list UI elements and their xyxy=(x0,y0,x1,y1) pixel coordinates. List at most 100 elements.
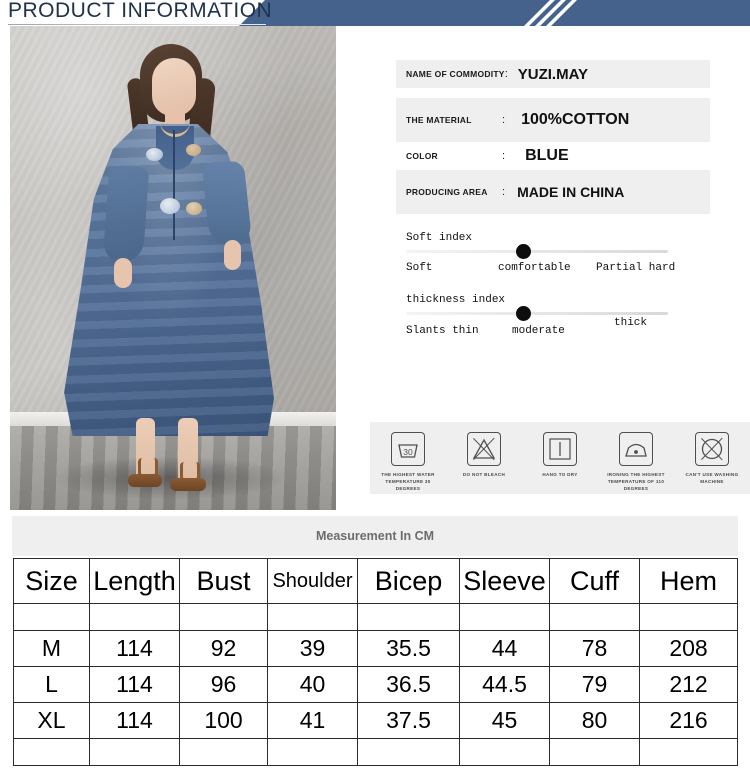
thickness-index-slider[interactable]: thickness index Slants thin moderate thi… xyxy=(406,294,702,342)
care-item-no-washing-machine: CAN'T USE WASHING MACHINE xyxy=(677,432,747,485)
info-value: 100%COTTON xyxy=(521,111,630,128)
column-header-length: Length xyxy=(89,558,180,604)
info-value: YUZI.MAY xyxy=(517,65,589,83)
soft-index-label-max: Partial hard xyxy=(596,262,676,274)
cell-bust: 92 xyxy=(179,630,268,667)
info-colon: : xyxy=(504,68,508,80)
cell-bicep: 37.5 xyxy=(357,702,460,739)
cell-shoulder: 39 xyxy=(267,630,358,667)
table-row: L 114 96 40 36.5 44.5 79 212 xyxy=(13,666,738,703)
cell-size: XL xyxy=(13,702,90,739)
cell-sleeve: 45 xyxy=(459,702,550,739)
size-chart-table: Size Length Bust Shoulder Bicep Sleeve C… xyxy=(13,558,738,766)
info-label: PRODUCING AREA xyxy=(406,187,488,197)
cell-hem: 212 xyxy=(639,666,738,703)
measurement-bar-label: Measurement In CM xyxy=(315,529,435,543)
care-caption: DO NOT BLEACH xyxy=(462,472,506,477)
sandal-left xyxy=(128,474,162,487)
soft-index-title: Soft index xyxy=(406,232,473,244)
soft-index-slider[interactable]: Soft index Soft comfortable Partial hard xyxy=(406,232,702,280)
info-row-producing-area: PRODUCING AREA : MADE IN CHINA xyxy=(396,170,710,214)
care-caption: IRONING THE HIGHEST TEMPERATURE OF 110 D… xyxy=(607,472,665,492)
info-colon: : xyxy=(502,186,506,198)
care-caption: CAN'T USE WASHING MACHINE xyxy=(685,472,739,485)
page-title: PRODUCT INFORMATION xyxy=(8,0,273,22)
table-row: M 114 92 39 35.5 44 78 208 xyxy=(13,630,738,667)
cell-cuff: 79 xyxy=(549,666,640,703)
info-colon: : xyxy=(502,114,506,126)
soft-index-label-min: Soft xyxy=(406,262,433,274)
iron-low-heat-icon xyxy=(619,432,653,466)
index-sliders: Soft index Soft comfortable Partial hard… xyxy=(406,232,702,342)
cell-length: 114 xyxy=(89,630,180,667)
commodity-info-list: NAME OF COMMODITY : YUZI.MAY THE MATERIA… xyxy=(396,60,710,214)
cell-bust: 96 xyxy=(179,666,268,703)
care-instructions: 30 THE HIGHEST WATER TEMPERATURE 30 DEGR… xyxy=(370,422,750,494)
soft-index-knob[interactable] xyxy=(516,244,532,259)
cell-size: L xyxy=(13,666,90,703)
no-washing-machine-icon xyxy=(695,432,729,466)
soft-index-track[interactable] xyxy=(406,244,668,259)
dress-embroidery xyxy=(186,144,201,156)
info-label: THE MATERIAL xyxy=(406,115,472,125)
dress-lace-tie xyxy=(173,130,175,240)
product-photo xyxy=(10,26,336,510)
cell-cuff: 80 xyxy=(549,702,640,739)
table-header-row: Size Length Bust Shoulder Bicep Sleeve C… xyxy=(13,558,738,604)
dress-embroidery xyxy=(160,198,180,214)
soft-index-scale: Soft comfortable Partial hard xyxy=(406,258,696,280)
column-header-sleeve: Sleeve xyxy=(459,558,550,604)
hang-to-dry-icon xyxy=(543,432,577,466)
info-label: NAME OF COMMODITY xyxy=(406,69,505,79)
column-header-hem: Hem xyxy=(639,558,738,604)
product-information-page: PRODUCT INFORMATION NAME OF COMMODITY: … xyxy=(0,0,750,780)
info-value: MADE IN CHINA xyxy=(517,184,625,200)
info-row-name-of-commodity: NAME OF COMMODITY : YUZI.MAY xyxy=(396,60,710,88)
table-spacer-row xyxy=(13,603,738,631)
model-figure xyxy=(10,26,336,510)
cell-cuff: 78 xyxy=(549,630,640,667)
cell-shoulder: 40 xyxy=(267,666,358,703)
sandal-right xyxy=(170,478,206,491)
info-row-color: COLOR : BLUE xyxy=(396,142,710,170)
cell-shoulder: 41 xyxy=(267,702,358,739)
thickness-index-title: thickness index xyxy=(406,294,506,306)
column-header-bicep: Bicep xyxy=(357,558,460,604)
care-caption: THE HIGHEST WATER TEMPERATURE 30 DEGREES xyxy=(381,472,435,492)
cell-sleeve: 44.5 xyxy=(459,666,550,703)
info-value: BLUE xyxy=(525,147,569,164)
soft-index-label-mid: comfortable xyxy=(498,262,571,274)
column-header-cuff: Cuff xyxy=(549,558,640,604)
column-header-bust: Bust xyxy=(179,558,268,604)
care-item-ironing: IRONING THE HIGHEST TEMPERATURE OF 110 D… xyxy=(601,432,671,492)
cell-hem: 208 xyxy=(639,630,738,667)
page-header: PRODUCT INFORMATION xyxy=(0,0,750,26)
cell-hem: 216 xyxy=(639,702,738,739)
thickness-index-track[interactable] xyxy=(406,306,668,321)
care-item-hang-to-dry: HANG TO DRY xyxy=(525,432,595,478)
cell-bicep: 36.5 xyxy=(357,666,460,703)
dress-embroidery xyxy=(146,148,163,161)
wash-tub-30-icon: 30 xyxy=(391,432,425,466)
thickness-index-scale: Slants thin moderate thick xyxy=(406,317,696,342)
dress-embroidery xyxy=(186,202,202,215)
do-not-bleach-icon xyxy=(467,432,501,466)
column-header-shoulder: Shoulder xyxy=(267,558,358,604)
care-item-do-not-bleach: DO NOT BLEACH xyxy=(449,432,519,478)
measurement-bar: Measurement In CM xyxy=(12,516,738,556)
dress-sleeve-left xyxy=(102,164,150,264)
cell-sleeve: 44 xyxy=(459,630,550,667)
column-header-size: Size xyxy=(13,558,90,604)
info-label: COLOR xyxy=(406,151,438,161)
cell-length: 114 xyxy=(89,666,180,703)
header-banner-decoration xyxy=(239,0,750,26)
cell-bicep: 35.5 xyxy=(357,630,460,667)
thickness-index-label-max: thick xyxy=(614,317,648,329)
model-hand-right xyxy=(224,240,241,270)
table-row: XL 114 100 41 37.5 45 80 216 xyxy=(13,702,738,739)
thickness-index-knob[interactable] xyxy=(516,306,532,321)
care-caption: HANG TO DRY xyxy=(542,472,578,477)
thickness-index-label-min: Slants thin xyxy=(406,325,479,337)
cell-size: M xyxy=(13,630,90,667)
info-colon: : xyxy=(502,150,506,162)
